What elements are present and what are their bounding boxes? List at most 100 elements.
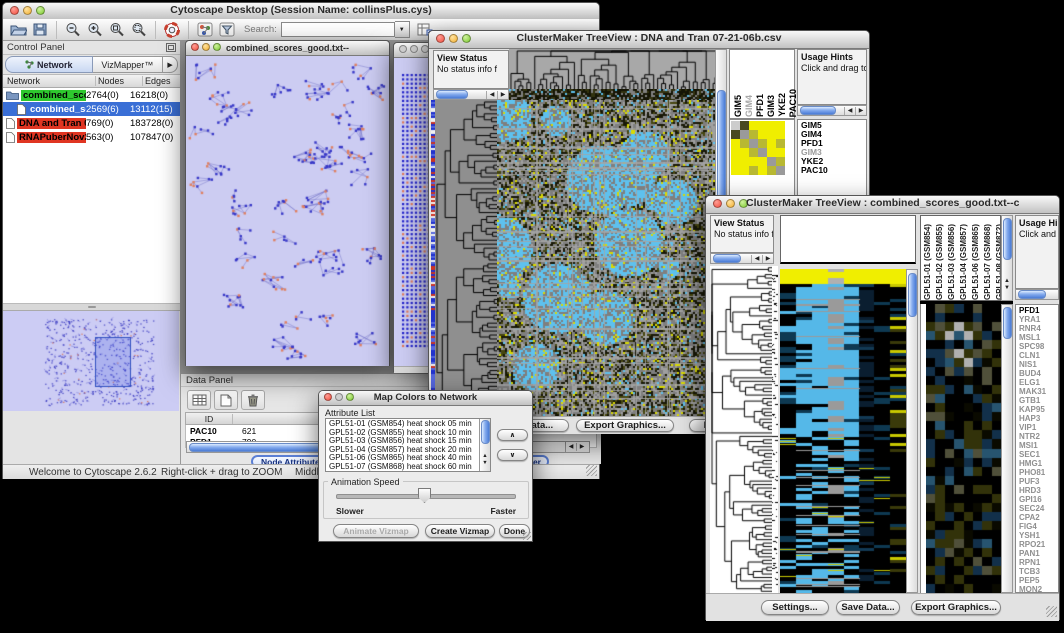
close-button[interactable]	[436, 34, 445, 43]
tv2-gene-label[interactable]: BUD4	[1019, 369, 1058, 378]
zoom-selected-icon[interactable]	[106, 21, 128, 39]
tv1-export-graphics-button[interactable]: Export Graphics...	[576, 419, 674, 432]
tv2-column-label[interactable]: GPL51-03 (GSM856)	[947, 224, 957, 300]
help-lifebuoy-icon[interactable]	[161, 21, 183, 39]
tv1-row-dendrogram[interactable]	[435, 100, 497, 416]
tv2-gene-label[interactable]: HMG1	[1019, 459, 1058, 468]
tv2-gene-label[interactable]: SEC1	[1019, 450, 1058, 459]
main-resize-grip[interactable]	[586, 465, 597, 476]
network-view-canvas[interactable]	[186, 56, 389, 366]
scroll-right-arrow-icon[interactable]: ▶	[762, 255, 773, 263]
tv1-matrix-cell[interactable]	[731, 139, 740, 148]
tv2-global-heatmap[interactable]	[780, 269, 906, 593]
animate-vizmap-button[interactable]: Animate Vizmap	[333, 524, 419, 538]
tv1-matrix-cell[interactable]	[758, 130, 767, 139]
panel-splitter[interactable]	[3, 303, 180, 311]
scroll-left-arrow-icon[interactable]: ◀	[566, 443, 576, 451]
tv2-gene-label[interactable]: HAP3	[1019, 414, 1058, 423]
tv1-row-label[interactable]: PAC10	[801, 166, 866, 175]
tv2-column-label[interactable]: GPL51-07 (GSM868)	[983, 224, 993, 300]
tv2-gene-label[interactable]: MAK31	[1019, 387, 1058, 396]
attribute-list-vscrollbar[interactable]: ▲ ▼	[479, 419, 490, 471]
dialog-resize-grip[interactable]	[523, 532, 531, 540]
tv1-matrix-cell[interactable]	[731, 148, 740, 157]
tv2-gene-label[interactable]: KAP95	[1019, 405, 1058, 414]
tv1-matrix-cell[interactable]	[767, 166, 776, 175]
tv1-matrix-cell[interactable]	[767, 130, 776, 139]
close-button[interactable]	[713, 199, 722, 208]
search-combobox[interactable]: ▼	[281, 21, 410, 38]
tv2-gene-label[interactable]: NTR2	[1019, 432, 1058, 441]
minimize-button[interactable]	[202, 43, 210, 51]
scrollbar-thumb[interactable]	[1003, 218, 1012, 260]
attribute-list-item[interactable]: GPL51-02 (GSM855) heat shock 10 min	[329, 429, 479, 438]
scroll-down-arrow-icon[interactable]: ▼	[1002, 285, 1012, 292]
tv2-gene-label[interactable]: MON2	[1019, 585, 1058, 593]
tv1-matrix-cell[interactable]	[749, 166, 758, 175]
tv1-column-label[interactable]: GIM4	[744, 95, 754, 117]
tv2-labels-vscrollbar[interactable]: ▲ ▼	[1001, 215, 1013, 301]
close-button[interactable]	[10, 6, 19, 15]
scroll-left-arrow-icon[interactable]: ◀	[844, 107, 855, 115]
tv2-column-label[interactable]: GPL51-04 (GSM857)	[959, 224, 969, 300]
tv1-status-hscrollbar[interactable]: ◀ ▶	[433, 89, 509, 100]
tv2-zoom-heatmap[interactable]	[926, 304, 1001, 593]
tv2-row-dendrogram[interactable]	[710, 266, 772, 593]
tv2-gene-label[interactable]: HRD3	[1019, 486, 1058, 495]
tv2-gene-label[interactable]: NIS1	[1019, 360, 1058, 369]
attribute-list-item[interactable]: GPL51-01 (GSM854) heat shock 05 min	[329, 420, 479, 429]
tv1-matrix-cell[interactable]	[740, 121, 749, 130]
ontology-icon[interactable]	[194, 21, 216, 39]
tv1-hints-hscrollbar[interactable]: ◀ ▶	[797, 105, 867, 116]
tv2-column-label[interactable]: GPL51-01 (GSM854)	[923, 224, 933, 300]
scrollbar-thumb[interactable]	[1003, 307, 1012, 339]
tv2-gene-label[interactable]: PUF3	[1019, 477, 1058, 486]
scrollbar-thumb[interactable]	[481, 420, 490, 444]
tv1-matrix-cell[interactable]	[731, 157, 740, 166]
tv1-column-label[interactable]: GIM5	[733, 95, 743, 117]
dialog-title-bar[interactable]: Map Colors to Network	[319, 391, 532, 406]
tv1-matrix-cell[interactable]	[776, 130, 785, 139]
network-row[interactable]: RNAPuberNov2+563(0)107847(0)	[3, 130, 180, 144]
tv2-gene-label[interactable]: PAN1	[1019, 549, 1058, 558]
scroll-right-arrow-icon[interactable]: ▶	[855, 107, 866, 115]
zoom-out-icon[interactable]	[62, 21, 84, 39]
move-up-button[interactable]: ∧	[497, 429, 528, 441]
minimize-button[interactable]	[335, 393, 343, 401]
tv2-gene-label[interactable]: ELG1	[1019, 378, 1058, 387]
tv2-gene-label[interactable]: YSH1	[1019, 531, 1058, 540]
tv1-matrix-cell[interactable]	[776, 121, 785, 130]
network-row[interactable]: DNA and Tran 07769(0)183728(0)	[3, 116, 180, 130]
tv2-zoom-vscrollbar[interactable]	[1001, 304, 1013, 593]
tv2-column-label[interactable]: GPL51-06 (GSM865)	[971, 224, 981, 300]
tv1-matrix-cell[interactable]	[749, 148, 758, 157]
delete-attribute-trash-icon[interactable]	[241, 390, 265, 410]
tv1-matrix-cell[interactable]	[776, 148, 785, 157]
id-column-header[interactable]: ID	[186, 414, 233, 424]
tab-vizmapper[interactable]: VizMapper™	[93, 56, 164, 73]
search-dropdown-button[interactable]: ▼	[395, 21, 410, 38]
scrollbar-thumb[interactable]	[908, 273, 917, 317]
tv2-gene-label[interactable]: TCB3	[1019, 567, 1058, 576]
scroll-left-arrow-icon[interactable]: ◀	[751, 255, 762, 263]
tv1-column-label[interactable]: GIM3	[766, 95, 776, 117]
tv2-save-data-button[interactable]: Save Data...	[836, 600, 900, 615]
attribute-list[interactable]: GPL51-01 (GSM854) heat shock 05 minGPL51…	[325, 418, 491, 472]
tv1-matrix-cell[interactable]	[758, 157, 767, 166]
tv2-gene-label[interactable]: PHO81	[1019, 468, 1058, 477]
scroll-left-arrow-icon[interactable]: ◀	[486, 91, 497, 99]
tv1-matrix-cell[interactable]	[740, 157, 749, 166]
tv1-matrix-cell[interactable]	[776, 166, 785, 175]
tv1-matrix-cell[interactable]	[749, 139, 758, 148]
float-panel-icon[interactable]	[166, 39, 176, 57]
column-header-nodes[interactable]: Nodes	[96, 76, 143, 86]
tv1-matrix-cell[interactable]	[740, 166, 749, 175]
tv2-gene-label[interactable]: GTB1	[1019, 396, 1058, 405]
tv2-gene-label[interactable]: GPI16	[1019, 495, 1058, 504]
create-vizmap-button[interactable]: Create Vizmap	[425, 524, 495, 538]
tv1-matrix-cell[interactable]	[767, 148, 776, 157]
scroll-right-arrow-icon[interactable]: ▶	[497, 91, 508, 99]
tv1-matrix-cell[interactable]	[776, 139, 785, 148]
tv2-column-label[interactable]: GPL51-02 (GSM855)	[935, 224, 945, 300]
tv1-column-dendrogram[interactable]	[509, 49, 727, 89]
